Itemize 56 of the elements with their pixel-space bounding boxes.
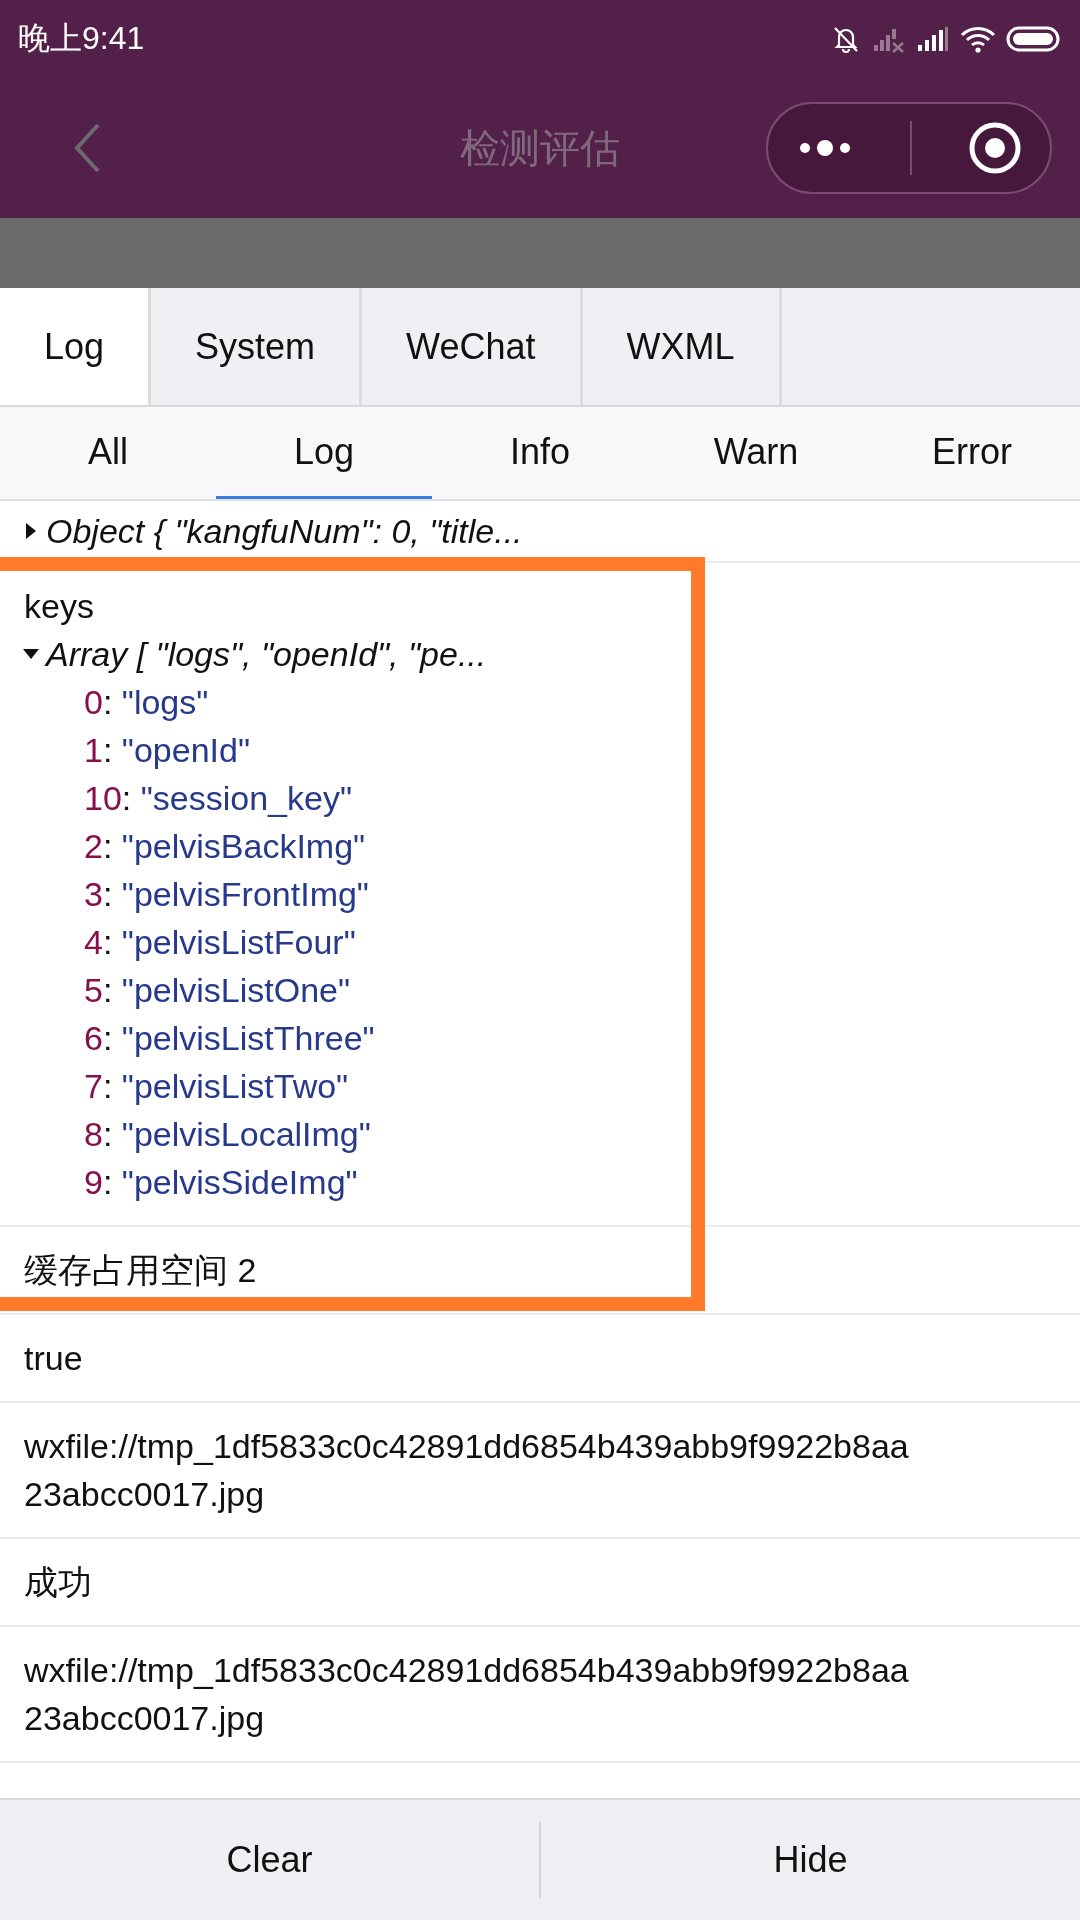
wifi-icon	[960, 25, 996, 53]
separator: :	[102, 731, 113, 769]
separator: :	[102, 1067, 113, 1105]
battery-icon	[1006, 25, 1062, 53]
separator: :	[102, 923, 113, 961]
array-value: "logs"	[121, 683, 209, 721]
array-summary[interactable]: Array [ "logs", "openId", "pe...	[46, 630, 487, 678]
log-message: wxfile://tmp_1df5833c0c42891dd6854b439abb9f9922b8aa23abcc0017.jpg	[24, 1426, 910, 1515]
log-message: 成功	[24, 1562, 92, 1603]
array-value: "pelvisListOne"	[121, 971, 351, 1009]
array-index: 0	[84, 683, 103, 721]
array-index: 5	[84, 971, 103, 1009]
separator: :	[102, 1163, 113, 1201]
object-summary[interactable]: Object { "kangfuNum": 0, "title...	[46, 507, 523, 555]
expand-triangle-icon[interactable]	[22, 647, 40, 661]
array-index: 3	[84, 875, 103, 913]
log-message: true	[24, 1338, 83, 1379]
filter-tab[interactable]: Error	[864, 407, 1080, 499]
array-index: 1	[84, 731, 103, 769]
log-label: keys	[24, 586, 94, 627]
array-value: "pelvisListTwo"	[121, 1067, 349, 1105]
console-button[interactable]: Hide	[539, 1822, 1080, 1898]
array-value: "session_key"	[140, 779, 352, 817]
filter-tab[interactable]: All	[0, 407, 216, 499]
separator: :	[102, 1019, 113, 1057]
page-title: 检测评估	[459, 124, 621, 172]
separator: :	[102, 875, 113, 913]
log-message: wxfile://tmp_1df5833c0c42891dd6854b439abb9f9922b8aa23abcc0017.jpg	[24, 1650, 910, 1739]
filter-tab[interactable]: Log	[216, 407, 432, 499]
array-index: 4	[84, 923, 103, 961]
separator: :	[102, 971, 113, 1009]
signal-icon	[916, 25, 950, 53]
array-value: "pelvisLocalImg"	[121, 1115, 371, 1153]
console-tab[interactable]: Log	[0, 288, 152, 405]
array-value: "pelvisListFour"	[121, 923, 356, 961]
log-message: 缓存占用空间 2	[24, 1250, 257, 1291]
expand-triangle-icon[interactable]	[24, 522, 38, 540]
array-value: "pelvisListThree"	[121, 1019, 375, 1057]
separator: :	[121, 779, 132, 817]
separator: :	[102, 827, 113, 865]
array-value: "pelvisSideImg"	[121, 1163, 358, 1201]
separator: :	[102, 1115, 113, 1153]
array-value: "pelvisFrontImg"	[121, 875, 369, 913]
array-index: 7	[84, 1067, 103, 1105]
array-index: 2	[84, 827, 103, 865]
array-index: 8	[84, 1115, 103, 1153]
array-index: 10	[84, 779, 122, 817]
console-button[interactable]: Clear	[0, 1822, 539, 1898]
filter-tab[interactable]: Info	[432, 407, 648, 499]
filter-tab[interactable]: Warn	[648, 407, 864, 499]
array-index: 9	[84, 1163, 103, 1201]
separator: :	[102, 683, 113, 721]
array-index: 6	[84, 1019, 103, 1057]
array-value: "pelvisBackImg"	[121, 827, 366, 865]
status-time: 晚上9:41	[18, 19, 145, 58]
array-value: "openId"	[121, 731, 250, 769]
